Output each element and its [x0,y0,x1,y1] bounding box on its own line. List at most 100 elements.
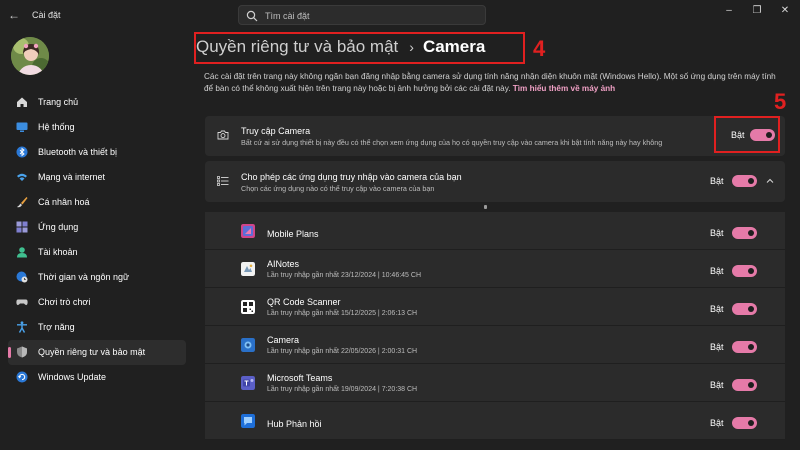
sidebar-item-label: Quyền riêng tư và bảo mật [38,347,146,357]
sidebar-item-label: Trang chủ [38,97,79,107]
search-input[interactable] [265,9,475,22]
qr-code-icon [241,300,255,314]
camera-app-icon [241,338,255,352]
list-item: Mobile Plans Bật [205,212,785,250]
bluetooth-icon [16,146,28,158]
app-toggle[interactable] [732,265,757,277]
camera-access-title: Truy cập Camera [241,126,311,136]
annotation-box-4 [194,32,525,64]
sidebar-nav: Trang chủ Hệ thống Bluetooth và thiết bị… [8,90,186,390]
wifi-icon [17,173,27,181]
avatar-image [11,37,49,75]
teams-icon [241,376,255,390]
chevron-up-icon[interactable] [765,176,775,186]
sidebar-item-label: Thời gian và ngôn ngữ [38,272,129,282]
sidebar-item-accessibility[interactable]: Trợ năng [8,315,186,340]
sidebar-item-label: Cá nhân hoá [38,197,90,207]
sidebar-item-time-language[interactable]: Thời gian và ngôn ngữ [8,265,186,290]
search-box[interactable] [238,5,486,25]
gamepad-icon [16,299,28,306]
app-name: Hub Phản hồi [267,419,322,429]
app-state: Bật [710,380,724,390]
system-icon [16,122,28,132]
annotation-box-5 [714,116,780,153]
app-access-toggle[interactable] [732,175,757,187]
app-state: Bật [710,418,724,428]
app-toggle[interactable] [732,417,757,429]
app-name: AINotes [267,259,300,269]
app-name: QR Code Scanner [267,297,341,307]
list-item: Microsoft Teams Lần truy nhập gần nhất 1… [205,364,785,402]
app-state: Bật [710,304,724,314]
list-item: Hub Phản hồi Bật [205,402,785,440]
app-state: Bật [710,266,724,276]
feedback-hub-icon [241,414,255,428]
sidebar-item-label: Tài khoản [38,247,78,257]
app-last-access: Lần truy nhập gần nhất 15/12/2025 | 2:06… [267,310,418,317]
toggle-knob [748,306,754,312]
sidebar-item-home[interactable]: Trang chủ [8,90,186,115]
sidebar-item-personalization[interactable]: Cá nhân hoá [8,190,186,215]
brush-icon [17,197,28,208]
app-toggle[interactable] [732,341,757,353]
ainotes-icon [241,262,255,276]
annotation-number-5: 5 [774,89,787,114]
app-last-access: Lần truy nhập gần nhất 19/09/2024 | 7:20… [267,386,418,393]
sidebar-item-gaming[interactable]: Chơi trò chơi [8,290,186,315]
app-access-subtitle: Chọn các ứng dụng nào có thể truy cập và… [241,184,435,193]
sidebar-item-label: Windows Update [38,372,107,382]
avatar[interactable] [11,37,49,75]
maximize-icon[interactable]: ❐ [746,4,768,18]
app-toggle[interactable] [732,227,757,239]
sidebar-item-label: Bluetooth và thiết bị [38,147,118,157]
mobile-plans-icon [241,224,255,238]
shield-icon [17,346,27,358]
toggle-knob [748,268,754,274]
app-name: Camera [267,335,300,345]
sidebar-item-label: Ứng dụng [38,222,79,232]
close-icon[interactable]: ✕ [774,4,796,18]
list-icon [217,176,229,186]
sidebar-item-accounts[interactable]: Tài khoản [8,240,186,265]
minimize-icon[interactable]: – [718,4,740,18]
camera-access-subtitle: Bất cứ ai sử dụng thiết bị này đều có th… [241,138,663,147]
app-access-card[interactable]: Cho phép các ứng dụng truy nhập vào came… [205,161,785,202]
sidebar-item-bluetooth[interactable]: Bluetooth và thiết bị [8,140,186,165]
apps-icon [16,221,28,233]
app-last-access: Lần truy nhập gần nhất 23/12/2024 | 10:4… [267,272,421,279]
sidebar-item-system[interactable]: Hệ thống [8,115,186,140]
home-icon [17,97,27,107]
app-last-access: Lần truy nhập gần nhất 22/05/2026 | 2:00… [267,348,418,355]
toggle-knob [748,178,754,184]
search-icon [246,10,258,22]
description-text: Các cài đặt trên trang này không ngăn bạ… [204,72,776,93]
sidebar-item-label: Hệ thống [38,122,75,132]
learn-more-link[interactable]: Tìm hiểu thêm về máy ảnh [513,84,615,93]
list-item: Camera Lần truy nhập gần nhất 22/05/2026… [205,326,785,364]
app-access-state: Bật [710,176,724,186]
back-arrow-icon[interactable]: ← [6,7,22,23]
toggle-knob [748,420,754,426]
toggle-knob [748,382,754,388]
sidebar-item-privacy-security[interactable]: Quyền riêng tư và bảo mật [8,340,186,365]
account-icon [17,247,27,258]
update-icon [16,371,28,383]
sidebar-item-label: Trợ năng [38,322,75,332]
list-item: QR Code Scanner Lần truy nhập gần nhất 1… [205,288,785,326]
list-item: AINotes Lần truy nhập gần nhất 23/12/202… [205,250,785,288]
app-access-title: Cho phép các ứng dụng truy nhập vào came… [241,172,462,182]
page-description: Các cài đặt trên trang này không ngăn bạ… [204,71,786,95]
app-name: Mobile Plans [267,229,319,239]
camera-icon [217,130,229,140]
app-toggle[interactable] [732,379,757,391]
scrollbar-thumb[interactable] [484,205,487,209]
sidebar-item-windows-update[interactable]: Windows Update [8,365,186,390]
app-toggle[interactable] [732,303,757,315]
accessibility-icon [17,321,27,333]
toggle-knob [748,344,754,350]
app-list: Mobile Plans Bật AINotes Lần truy nhập g… [205,212,785,450]
sidebar-item-label: Chơi trò chơi [38,297,91,307]
title-bar: ← Cài đặt – ❐ ✕ [0,0,800,30]
sidebar-item-network[interactable]: Mạng và internet [8,165,186,190]
sidebar-item-apps[interactable]: Ứng dụng [8,215,186,240]
